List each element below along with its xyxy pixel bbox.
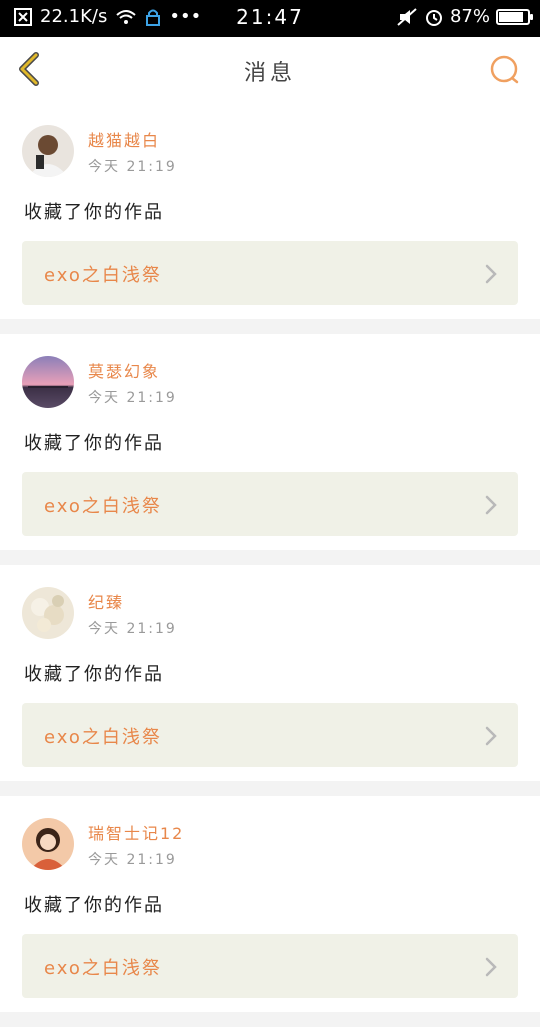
message-time: 今天 21:19 <box>88 159 177 175</box>
battery-icon <box>496 8 533 25</box>
work-link[interactable]: exo之白浅祭 <box>22 703 518 767</box>
work-link[interactable]: exo之白浅祭 <box>22 241 518 305</box>
work-title: exo之白浅祭 <box>44 496 162 517</box>
work-title: exo之白浅祭 <box>44 265 162 286</box>
status-bar: 22.1K/s ••• 21:47 87% <box>0 0 540 37</box>
message-action: 收藏了你的作品 <box>24 202 164 223</box>
user-name[interactable]: 瑞智士记12 <box>88 820 184 844</box>
message-time: 今天 21:19 <box>88 621 177 637</box>
work-link[interactable]: exo之白浅祭 <box>22 472 518 536</box>
user-name[interactable]: 纪臻 <box>88 589 124 613</box>
message-card: 瑞智士记12 今天 21:19 收藏了你的作品 exo之白浅祭 <box>0 796 540 1012</box>
user-name[interactable]: 越猫越白 <box>88 127 160 151</box>
message-action: 收藏了你的作品 <box>24 895 164 916</box>
avatar-image <box>22 125 74 177</box>
message-time: 今天 21:19 <box>88 852 177 868</box>
search-icon[interactable] <box>488 53 522 87</box>
work-title: exo之白浅祭 <box>44 958 162 979</box>
chevron-right-icon <box>485 495 497 515</box>
work-title: exo之白浅祭 <box>44 727 162 748</box>
message-list: 越猫越白 今天 21:19 收藏了你的作品 exo之白浅祭 莫瑟幻象 今天 21… <box>0 103 540 1027</box>
chevron-right-icon <box>485 726 497 746</box>
message-card: 越猫越白 今天 21:19 收藏了你的作品 exo之白浅祭 <box>0 103 540 319</box>
status-right: 87% <box>396 6 533 27</box>
message-card: 莫瑟幻象 今天 21:19 收藏了你的作品 exo之白浅祭 <box>0 334 540 550</box>
avatar-image <box>22 356 74 408</box>
message-action: 收藏了你的作品 <box>24 433 164 454</box>
app-header: 消息 <box>0 37 540 104</box>
alarm-icon <box>425 9 442 26</box>
mute-icon <box>397 7 417 26</box>
message-card: 纪臻 今天 21:19 收藏了你的作品 exo之白浅祭 <box>0 565 540 781</box>
avatar-image <box>22 587 74 639</box>
avatar[interactable] <box>22 356 74 408</box>
avatar-image <box>22 818 74 870</box>
battery-percent: 87% <box>449 6 490 27</box>
chevron-right-icon <box>485 264 497 284</box>
chevron-right-icon <box>485 957 497 977</box>
work-link[interactable]: exo之白浅祭 <box>22 934 518 998</box>
avatar[interactable] <box>22 587 74 639</box>
avatar[interactable] <box>22 125 74 177</box>
page-title: 消息 <box>243 61 296 86</box>
message-action: 收藏了你的作品 <box>24 664 164 685</box>
user-name[interactable]: 莫瑟幻象 <box>88 358 160 382</box>
message-time: 今天 21:19 <box>88 390 177 406</box>
avatar[interactable] <box>22 818 74 870</box>
